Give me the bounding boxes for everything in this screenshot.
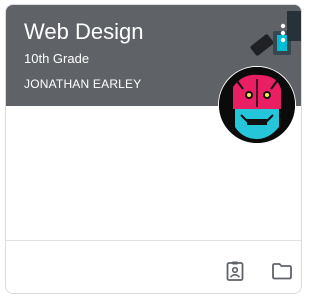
avatar-illustration	[219, 67, 295, 143]
assignment-ind-icon[interactable]	[223, 259, 247, 283]
class-title-link[interactable]: Web Design	[24, 19, 143, 45]
class-section: 10th Grade	[24, 51, 90, 66]
footer-divider	[6, 240, 301, 241]
folder-icon[interactable]	[270, 259, 294, 283]
teacher-name: JONATHAN EARLEY	[24, 77, 142, 91]
more-vert-icon[interactable]	[275, 21, 291, 45]
teacher-avatar	[218, 66, 296, 144]
class-card[interactable]: Web Design 10th Grade JONATHAN EARLEY	[5, 4, 302, 294]
